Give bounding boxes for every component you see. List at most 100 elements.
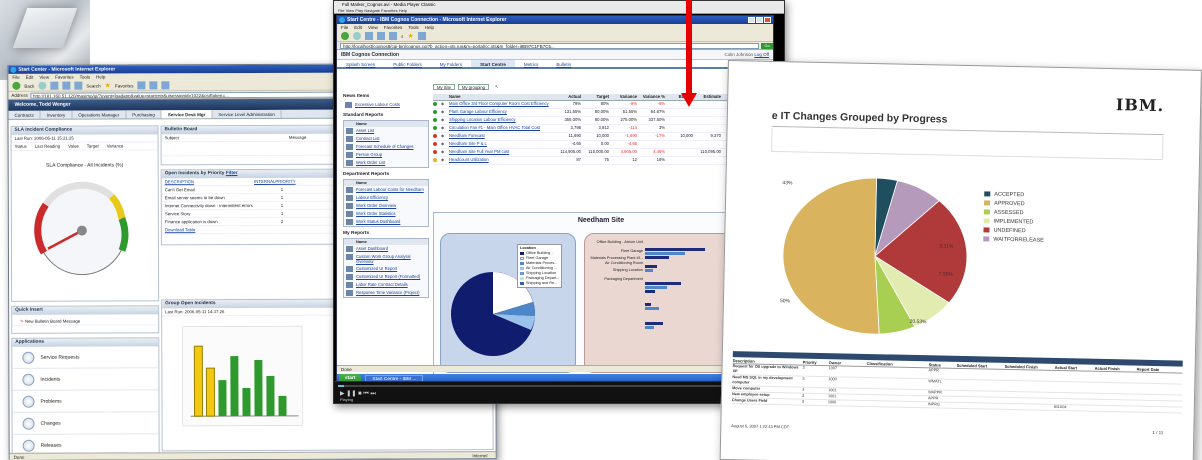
metric-name[interactable]: Needham Forecast (449, 133, 553, 140)
go-button[interactable]: Go (761, 42, 773, 49)
list-item[interactable]: Customized UI Report (Formatted) (344, 273, 428, 281)
grouping-select[interactable]: My grouping (457, 84, 490, 90)
metric-name[interactable]: Headcount Utilization (449, 157, 553, 164)
app-incidents[interactable]: Incidents (12, 368, 159, 391)
report-link[interactable]: Contract List (356, 136, 380, 141)
metric-row[interactable]: ◆ Shipping Location Labour Efficiency 355.… (433, 117, 771, 125)
menu-view[interactable]: View (346, 8, 355, 13)
print-icon[interactable] (161, 81, 170, 90)
report-link[interactable]: Labour Efficiency (356, 195, 388, 200)
tab-public-folders[interactable]: Public Folders (384, 60, 431, 67)
list-item[interactable]: Customized UI Report (344, 265, 428, 273)
menu-file[interactable]: File (338, 8, 344, 13)
metric-row[interactable]: ◆ Circulation Fan #1 - Main Office HVAC T… (433, 125, 771, 133)
menu-navigate[interactable]: Navigate (364, 8, 380, 13)
list-item[interactable]: Work Status Dashboard (344, 218, 428, 226)
list-item[interactable]: Custom Work Group Analysis Overview (344, 253, 428, 265)
player-title[interactable]: Full Marker_Cognos.avi - Media Player Cl… (334, 1, 784, 8)
seek-bar[interactable] (338, 385, 780, 387)
col-description[interactable]: DESCRIPTION (165, 178, 194, 185)
close-icon[interactable] (764, 17, 771, 23)
search-icon[interactable]: ⌕ (401, 34, 404, 39)
metric-name[interactable]: Circulation Fan #1 - Main Office HVAC To… (449, 125, 553, 132)
minimize-icon[interactable] (748, 17, 755, 23)
maximize-icon[interactable] (756, 17, 763, 23)
forward-icon[interactable] (353, 32, 361, 40)
report-link[interactable]: Response Time Variance (Project) (356, 290, 419, 295)
logoff-link[interactable]: Log Off (754, 52, 769, 57)
report-link[interactable]: Asset List (356, 128, 374, 133)
metric-row[interactable]: ◆ Needham Site Full Year PM cost 114,905.0… (433, 149, 771, 157)
favorites-star-icon[interactable]: ★ (408, 32, 414, 40)
search-button[interactable]: Search (86, 83, 100, 88)
tab-splash-screen[interactable]: Splash Screen (337, 60, 384, 67)
report-link[interactable]: Customized UI Report (Formatted) (356, 274, 420, 279)
metric-row[interactable]: ◆ Plant Garage Labour Efficiency 131.55% 80… (433, 109, 771, 117)
list-item[interactable]: Person Group (344, 151, 428, 159)
app-problems[interactable]: Problems (12, 390, 159, 413)
list-item[interactable]: Work Order Statistics (344, 210, 428, 218)
list-item[interactable]: Work Order Overview (344, 202, 428, 210)
report-link[interactable]: Customized UI Report (356, 266, 397, 271)
address-input[interactable]: http://localhost/cognos8/cgi-bin/cognos.… (340, 42, 759, 49)
report-link[interactable]: Labor Rate Contract Details (356, 282, 408, 287)
metric-row[interactable]: ◆ Needham Forecast 11,690 10,000 -1,690 -17% 1… (433, 133, 771, 141)
stop-icon[interactable]: ■ (358, 391, 362, 397)
tab-service-desk-mgr[interactable]: Service Desk Mgr (161, 110, 213, 119)
quick-insert-item[interactable]: ✎ New Bulletin Board Message (12, 317, 159, 326)
favorites-button[interactable]: Favorites (115, 83, 134, 88)
tab-contracts[interactable]: Contracts (8, 110, 41, 119)
metric-row[interactable]: ◆Needham Site P & L-4.660.00-4.66Apr 200… (433, 141, 771, 149)
new-bulletin-link[interactable]: New Bulletin Board Message (25, 319, 80, 324)
menu-edit[interactable]: Edit (26, 74, 34, 81)
news-link[interactable]: Excessive Labour Costs (355, 102, 400, 107)
home-icon[interactable] (74, 81, 83, 90)
stop-icon[interactable] (365, 32, 373, 40)
list-item[interactable]: Labor Rate Contract Details (344, 281, 428, 289)
tab-my-folders[interactable]: My Folders (431, 60, 471, 67)
col-actual[interactable]: Actual (553, 94, 581, 100)
forward-icon[interactable] (38, 81, 47, 90)
list-item[interactable]: Forecast Schedule of Changes (344, 143, 428, 151)
report-link[interactable]: Work Order Statistics (356, 211, 395, 216)
list-item[interactable]: Asset List (344, 127, 428, 135)
prev-icon[interactable]: ⏮ (363, 391, 368, 397)
report-link[interactable]: Forecast Labour Costs for Needham (356, 187, 424, 192)
favorites-star-icon[interactable]: ★ (105, 81, 111, 89)
media-icon[interactable] (137, 81, 146, 90)
tab-bulletin[interactable]: Bulletin (547, 60, 580, 67)
report-link[interactable]: Work Status Dashboard (356, 219, 400, 224)
menu-help[interactable]: Help (96, 74, 105, 81)
report-link[interactable]: Forecast Schedule of Changes (356, 144, 414, 149)
list-item[interactable]: Response Time Variance (Project) (344, 289, 428, 297)
back-icon[interactable] (12, 81, 21, 90)
col-estimate[interactable]: Estimate (693, 94, 721, 100)
col-name[interactable]: Name (449, 94, 553, 100)
col-priority[interactable]: INTERNALPRIORITY (254, 178, 296, 185)
menu-tools[interactable]: Tools (80, 74, 91, 81)
list-item[interactable]: Forecast Labour Costs for Needham (344, 186, 428, 194)
list-item[interactable]: Work Order List (344, 159, 428, 167)
col-variance[interactable]: Variance (609, 94, 637, 100)
app-releases[interactable]: Releases (12, 434, 159, 454)
tab-purchasing[interactable]: Purchasing (126, 110, 162, 119)
filter-link[interactable]: Filter (226, 171, 238, 176)
refresh-icon[interactable] (62, 81, 71, 90)
cognos-title-bar[interactable]: Start Centre - IBM Cognos Connection - M… (337, 16, 773, 24)
menu-help[interactable]: Help (425, 24, 434, 31)
menu-file[interactable]: File (341, 24, 348, 31)
col-variance-pct[interactable]: Variance % (637, 94, 665, 100)
report-link[interactable]: Person Group (356, 152, 382, 157)
metric-name[interactable]: Needham Site P & L (449, 141, 553, 148)
metric-name[interactable]: Needham Site Full Year PM cost (449, 149, 553, 156)
list-item[interactable]: Asset Dashboard (344, 245, 428, 253)
menu-help[interactable]: Help (399, 8, 407, 13)
tab-operations-manager[interactable]: Operations Manager (72, 110, 127, 119)
menu-favorites[interactable]: Favorites (55, 74, 74, 81)
metric-row[interactable]: ◆Headcount Utilization87751216%Apr 2009 (433, 157, 771, 165)
site-select[interactable]: My Site (433, 84, 455, 90)
report-link[interactable]: Asset Dashboard (356, 246, 388, 251)
menu-play[interactable]: Play (355, 8, 363, 13)
menu-file[interactable]: File (12, 74, 19, 81)
news-item[interactable]: Excessive Labour Costs (343, 101, 429, 109)
